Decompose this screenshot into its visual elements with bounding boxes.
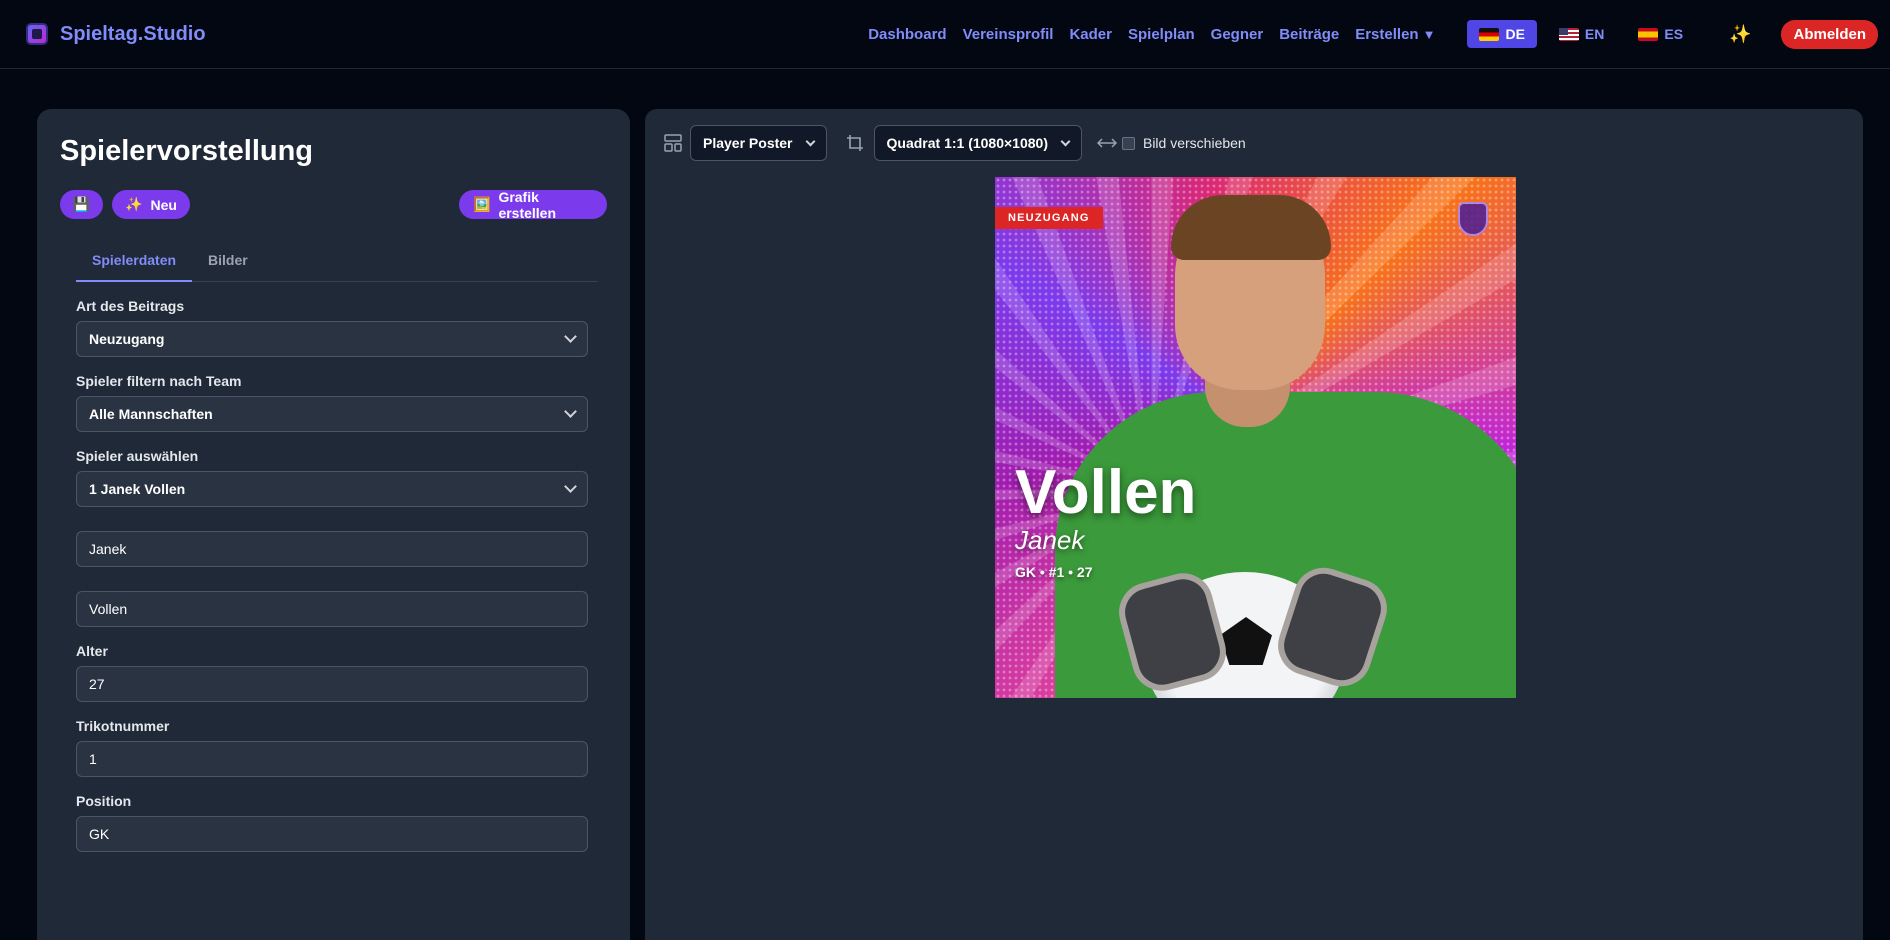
- team-filter-select[interactable]: Alle Mannschaften: [76, 396, 588, 432]
- player-hair-shape: [1171, 195, 1331, 260]
- move-image-label: Bild verschieben: [1142, 135, 1246, 151]
- top-navbar: Spieltag.Studio Dashboard Vereinsprofil …: [0, 0, 1890, 69]
- action-bar: 💾 ✨ Neu 🖼️ Grafik erstellen: [60, 188, 607, 221]
- poster-tag: NEUZUGANG: [995, 207, 1103, 229]
- post-type-label: Art des Beitrags: [76, 298, 185, 314]
- position-field[interactable]: GK: [76, 816, 588, 852]
- nav-erstellen-dropdown[interactable]: Erstellen ▼: [1355, 26, 1435, 43]
- nav-spielplan[interactable]: Spielplan: [1128, 26, 1195, 43]
- nav-vereinsprofil[interactable]: Vereinsprofil: [963, 26, 1054, 43]
- position-label: Position: [76, 793, 132, 809]
- chevron-down-icon: [564, 480, 577, 493]
- poster-preview[interactable]: NEUZUGANG Vollen Janek GK • #1 • 27: [995, 177, 1516, 698]
- chevron-down-icon: [805, 136, 815, 146]
- tab-bilder[interactable]: Bilder: [192, 242, 264, 281]
- nav-dashboard[interactable]: Dashboard: [868, 26, 946, 43]
- team-filter-label: Spieler filtern nach Team: [76, 373, 242, 389]
- tab-spielerdaten[interactable]: Spielerdaten: [76, 242, 193, 282]
- age-label: Alter: [76, 643, 108, 659]
- template-value: Player Poster: [703, 135, 793, 151]
- layout-icon: [662, 132, 684, 154]
- chevron-down-icon: [1060, 136, 1071, 146]
- chevron-down-icon: [564, 330, 577, 343]
- move-image-checkbox[interactable]: [1121, 136, 1135, 150]
- player-select-label: Spieler auswählen: [76, 448, 199, 464]
- logout-button[interactable]: Abmelden: [1781, 19, 1878, 49]
- nav-kader[interactable]: Kader: [1069, 26, 1112, 43]
- lang-en-button[interactable]: EN: [1547, 20, 1616, 48]
- team-filter-value: Alle Mannschaften: [89, 406, 213, 422]
- sparkle-icon: ✨: [125, 196, 143, 212]
- lang-es-label: ES: [1664, 26, 1684, 42]
- editor-panel: Spielervorstellung 💾 ✨ Neu 🖼️ Grafik ers…: [37, 109, 630, 940]
- nav-erstellen-label: Erstellen: [1355, 25, 1419, 43]
- caret-down-icon: ▼: [1422, 26, 1436, 42]
- player-select[interactable]: 1 Janek Vollen: [76, 471, 588, 507]
- last-name-value: Vollen: [89, 601, 128, 617]
- sparkle-icon[interactable]: ✨: [1729, 24, 1751, 45]
- poster-last-name: Vollen: [1015, 458, 1197, 527]
- floppy-disk-icon: 💾: [72, 196, 91, 212]
- brand-logo-icon: [26, 23, 48, 45]
- create-graphic-label: Grafik erstellen: [498, 188, 557, 221]
- jersey-number-field[interactable]: 1: [76, 741, 588, 777]
- first-name-value: Janek: [89, 541, 127, 557]
- page-title: Spielervorstellung: [60, 135, 314, 167]
- format-value: Quadrat 1:1 (1080×1080): [886, 135, 1048, 151]
- chevron-down-icon: [564, 405, 577, 418]
- lang-de-button[interactable]: DE: [1467, 20, 1537, 48]
- editor-tabs: Spielerdaten Bilder: [76, 242, 598, 282]
- flag-de-icon: [1479, 27, 1500, 41]
- save-button[interactable]: 💾: [60, 190, 103, 219]
- nav-gegner[interactable]: Gegner: [1211, 26, 1264, 43]
- brand-name: Spieltag.Studio: [60, 22, 206, 45]
- age-value: 27: [89, 676, 105, 692]
- nav-beitraege[interactable]: Beiträge: [1279, 26, 1339, 43]
- flag-us-icon: [1558, 27, 1579, 41]
- brand[interactable]: Spieltag.Studio: [26, 23, 206, 46]
- create-graphic-button[interactable]: 🖼️ Grafik erstellen: [459, 188, 607, 221]
- club-crest-icon: [1458, 202, 1488, 236]
- jersey-label: Trikotnummer: [76, 718, 170, 734]
- main-nav: Dashboard Vereinsprofil Kader Spielplan …: [868, 19, 1878, 49]
- poster-first-name: Janek: [1015, 525, 1085, 555]
- first-name-field[interactable]: Janek: [76, 531, 588, 567]
- jersey-value: 1: [89, 751, 97, 767]
- age-field[interactable]: 27: [76, 666, 588, 702]
- last-name-field[interactable]: Vollen: [76, 591, 588, 627]
- lang-en-label: EN: [1584, 26, 1605, 42]
- format-select[interactable]: Quadrat 1:1 (1080×1080): [873, 125, 1082, 161]
- new-button-label: Neu: [150, 196, 177, 213]
- player-form: Art des Beitrags Neuzugang Spieler filte…: [76, 298, 588, 852]
- lang-es-button[interactable]: ES: [1626, 20, 1695, 48]
- crop-icon: [844, 132, 866, 154]
- preview-toolbar: Player Poster Quadrat 1:1 (1080×1080) Bi…: [662, 125, 1246, 161]
- lang-de-label: DE: [1505, 26, 1525, 42]
- move-arrows-icon: [1096, 132, 1118, 154]
- post-type-value: Neuzugang: [89, 331, 165, 347]
- picture-icon: 🖼️: [473, 196, 491, 212]
- new-button[interactable]: ✨ Neu: [112, 190, 190, 219]
- preview-panel: Player Poster Quadrat 1:1 (1080×1080) Bi…: [645, 109, 1863, 940]
- poster-meta: GK • #1 • 27: [1015, 564, 1093, 580]
- template-select[interactable]: Player Poster: [690, 125, 827, 161]
- player-select-value: 1 Janek Vollen: [89, 481, 186, 497]
- position-value: GK: [89, 826, 110, 842]
- flag-es-icon: [1638, 27, 1659, 41]
- post-type-select[interactable]: Neuzugang: [76, 321, 588, 357]
